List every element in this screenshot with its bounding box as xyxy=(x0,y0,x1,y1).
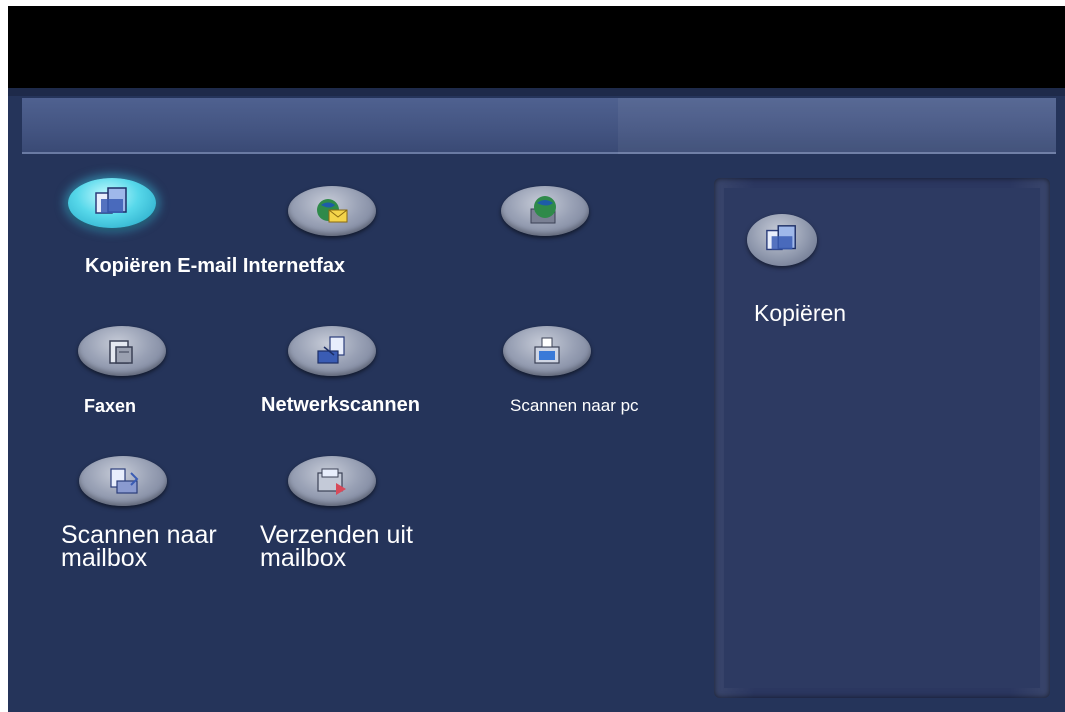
send-from-mailbox-icon[interactable] xyxy=(288,456,376,506)
service-scannen-mailbox[interactable]: Scannen naar mailbox xyxy=(61,456,241,586)
service-netwerkscannen[interactable]: Netwerkscannen xyxy=(261,326,471,422)
service-email[interactable] xyxy=(288,186,378,236)
services-panel: Kopiëren E-mail Internetfax Faxen Netwer… xyxy=(8,166,708,712)
scan-to-pc-icon[interactable] xyxy=(503,326,591,376)
service-verzenden-mailbox[interactable]: Verzenden uit mailbox xyxy=(260,456,460,586)
service-label-netwerkscannen: Netwerkscannen xyxy=(261,394,420,416)
email-icon[interactable] xyxy=(288,186,376,236)
header-band xyxy=(8,88,1065,96)
preview-inner: Kopiëren xyxy=(724,188,1040,688)
service-scannen-pc[interactable]: Scannen naar pc xyxy=(503,326,683,422)
network-scan-icon[interactable] xyxy=(288,326,376,376)
service-label-faxen: Faxen xyxy=(84,396,137,416)
service-label-verzenden-mailbox: Verzenden uit mailbox xyxy=(260,521,413,572)
fax-icon[interactable] xyxy=(78,326,166,376)
touch-screen: Kopiëren E-mail Internetfax Faxen Netwer… xyxy=(8,6,1065,712)
copy-icon xyxy=(747,214,817,266)
internet-fax-icon[interactable] xyxy=(501,186,589,236)
preview-panel: Kopiëren xyxy=(714,178,1050,698)
service-internetfax[interactable] xyxy=(501,186,591,236)
copy-icon[interactable] xyxy=(68,178,156,228)
scan-to-mailbox-icon[interactable] xyxy=(79,456,167,506)
service-label-scannen-pc: Scannen naar pc xyxy=(510,396,639,415)
service-faxen[interactable]: Faxen xyxy=(78,326,198,422)
preview-label: Kopiëren xyxy=(754,300,847,326)
service-label-kopieren: Kopiëren E-mail Internetfax xyxy=(85,255,346,277)
service-label-scannen-mailbox: Scannen naar mailbox xyxy=(61,521,217,572)
title-bar xyxy=(22,98,1056,154)
top-black-bar xyxy=(8,6,1065,88)
